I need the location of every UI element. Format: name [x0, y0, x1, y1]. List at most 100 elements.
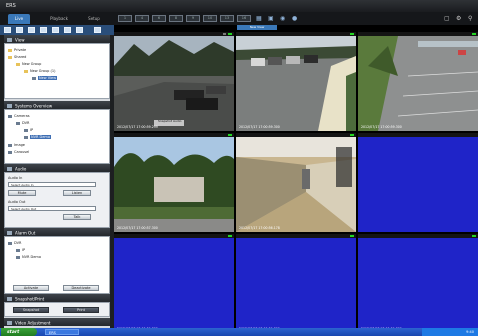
- new-view-icon[interactable]: [4, 27, 11, 33]
- taskbar-app-button[interactable]: ERS: [45, 329, 79, 335]
- layout-8-button[interactable]: 8: [169, 15, 183, 22]
- camera-tile[interactable]: 2012/07/17 17:00:59.300: [114, 234, 234, 333]
- open-icon[interactable]: [16, 27, 23, 33]
- layout-9-button[interactable]: 9: [186, 15, 200, 22]
- camera-tile[interactable]: [358, 133, 478, 232]
- search-icon[interactable]: ⚲: [468, 15, 472, 22]
- tree-item-nvr-demo[interactable]: NVR Demo: [24, 135, 51, 139]
- view-panel: View Private Shared New Group New Group …: [4, 35, 110, 99]
- fullscreen-icon[interactable]: ▣: [268, 15, 274, 22]
- alarm-icon: [16, 255, 20, 259]
- tree-item-new-group[interactable]: New Group: [16, 62, 41, 66]
- sequence-icon[interactable]: ▦: [256, 15, 262, 22]
- record-indicator-icon: [350, 133, 354, 137]
- tree-item-dvr[interactable]: DVR: [16, 121, 29, 125]
- camera-tile[interactable]: 2012/07/17 17:00:57.300: [114, 133, 234, 232]
- snapshot-button[interactable]: Snapshot: [13, 307, 49, 313]
- view-icon: [7, 37, 12, 42]
- gear-icon[interactable]: ⚙: [456, 15, 461, 22]
- dvr-icon: [16, 121, 20, 125]
- deactivate-button[interactable]: Deactivate: [63, 285, 99, 291]
- audio-out-label: Audio Out: [8, 200, 26, 204]
- layout-6-button[interactable]: 6: [152, 15, 166, 22]
- layout-4-button[interactable]: 4: [135, 15, 149, 22]
- record-indicator-icon: [472, 32, 476, 36]
- alarm-icon: [16, 248, 20, 252]
- record-indicator-icon: [228, 234, 232, 238]
- layout-16-button[interactable]: 16: [237, 15, 251, 22]
- title-bar: ERS: [0, 0, 478, 12]
- audio-out-select[interactable]: Select Audio Out: [8, 206, 96, 211]
- camera-tile[interactable]: 2012/07/17 17:00:56.178: [236, 133, 356, 232]
- camera-tile[interactable]: 2012/07/17 17:00:59.300: [358, 32, 478, 131]
- left-toolbar: [0, 25, 114, 35]
- tree-item-new-group-1[interactable]: New Group (1): [24, 69, 55, 73]
- settings-icon[interactable]: [76, 27, 83, 33]
- record-indicator-icon: [472, 234, 476, 238]
- camera-feed: [236, 36, 356, 131]
- tab-live[interactable]: Live: [8, 14, 30, 24]
- camera-tile[interactable]: 2012/07/17 17:00:59.299 Snapshot Audio: [114, 32, 234, 131]
- alarm-item-ip[interactable]: IP: [16, 248, 25, 252]
- window-icon[interactable]: ▢: [444, 15, 450, 22]
- tile-timestamp: 2012/07/17 17:00:56.178: [239, 226, 280, 230]
- print-button[interactable]: Print: [63, 307, 99, 313]
- view-tab[interactable]: New View: [237, 25, 277, 30]
- camera-tile[interactable]: 2012/07/17 17:00:59.300: [236, 234, 356, 333]
- view-panel-header[interactable]: View: [4, 35, 110, 43]
- start-button[interactable]: start: [1, 328, 37, 336]
- tree-item-ip[interactable]: IP: [24, 128, 33, 132]
- carousel-icon: [8, 150, 12, 154]
- left-sidebar: View Private Shared New Group New Group …: [4, 35, 110, 328]
- alarm-icon: [7, 230, 12, 235]
- alarm-panel-header[interactable]: Alarm Out: [4, 228, 110, 236]
- camera-tile[interactable]: 2012/07/17 17:00:59.300: [236, 32, 356, 131]
- systems-icon: [7, 103, 12, 108]
- snapshot-icon: [7, 296, 12, 301]
- tab-playback[interactable]: Playback: [44, 14, 74, 24]
- clock: 9:40: [466, 330, 474, 334]
- save-icon[interactable]: [28, 27, 35, 33]
- app-window: ERS Live Playback Setup 1 4 6 8 9 10 13 …: [0, 0, 478, 336]
- camera-feed: [358, 36, 478, 131]
- alarm-item-dvr[interactable]: DVR: [8, 241, 21, 245]
- mute-button[interactable]: Mute: [8, 190, 36, 196]
- record-icon[interactable]: ●: [292, 15, 297, 22]
- folder-icon: [8, 48, 12, 52]
- alarm-item-nvr-demo[interactable]: NVR Demo: [16, 255, 41, 259]
- folder-icon[interactable]: [40, 27, 47, 33]
- snapshot-icon[interactable]: ◉: [280, 15, 285, 22]
- folder-icon: [8, 55, 12, 59]
- camera-icon: [24, 128, 28, 132]
- systems-panel: Systems Overview Cameras DVR IP NVR Demo…: [4, 101, 110, 164]
- tree-item-cameras[interactable]: Cameras: [8, 114, 30, 118]
- layout-1-button[interactable]: 1: [118, 15, 132, 22]
- edit-icon[interactable]: [52, 27, 59, 33]
- audio-panel-header[interactable]: Audio: [4, 164, 110, 172]
- camera-tile[interactable]: 2012/07/17 17:00:59.300: [358, 234, 478, 333]
- tree-item-shared[interactable]: Shared: [8, 55, 26, 59]
- tree-item-new-view[interactable]: New View: [32, 76, 58, 80]
- snapshot-body: Snapshot Print: [4, 302, 110, 317]
- activate-button[interactable]: Activate: [13, 285, 49, 291]
- tab-setup[interactable]: Setup: [82, 14, 106, 24]
- tree-item-carousel[interactable]: Carousel: [8, 150, 29, 154]
- audio-in-label: Audio In: [8, 176, 23, 180]
- audio-in-select[interactable]: Select Audio In: [8, 182, 96, 187]
- mode-tabs: Live Playback Setup: [0, 12, 114, 25]
- no-signal-area: [114, 238, 234, 333]
- systems-panel-header[interactable]: Systems Overview: [4, 101, 110, 109]
- snapshot-panel-header[interactable]: Snapshot/Print: [4, 294, 110, 302]
- alarm-panel: Alarm Out DVR IP NVR Demo Activate Deact…: [4, 228, 110, 294]
- layout-10-button[interactable]: 10: [203, 15, 217, 22]
- camera-icon: [8, 114, 12, 118]
- listen-button[interactable]: Listen: [63, 190, 91, 196]
- video-panel-header[interactable]: Video Adjustment: [4, 318, 110, 326]
- layout-13-button[interactable]: 13: [220, 15, 234, 22]
- tile-timestamp: 2012/07/17 17:00:59.300: [361, 125, 402, 129]
- delete-icon[interactable]: [64, 27, 71, 33]
- tree-item-private[interactable]: Private: [8, 48, 26, 52]
- tree-item-image[interactable]: Image: [8, 143, 25, 147]
- collapse-icon[interactable]: [94, 27, 101, 33]
- talk-button[interactable]: Talk: [63, 214, 91, 220]
